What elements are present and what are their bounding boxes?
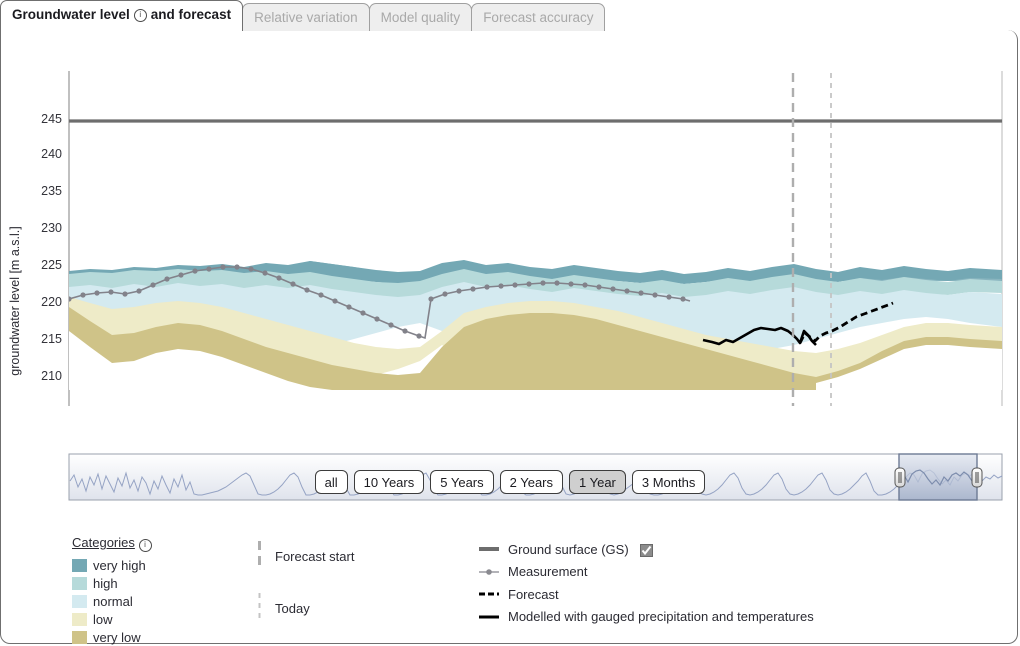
- legend-line-label: Modelled with gauged precipitation and t…: [508, 609, 814, 625]
- range-button-3-months[interactable]: 3 Months: [631, 470, 706, 494]
- tab-forecast-accuracy[interactable]: Forecast accuracy: [471, 3, 606, 31]
- swatch-normal: [72, 594, 87, 608]
- y-tick-230: 230: [41, 221, 62, 235]
- tab-relative-variation[interactable]: Relative variation: [242, 3, 370, 31]
- info-icon[interactable]: i: [138, 539, 152, 552]
- solid-line-icon: [479, 615, 499, 619]
- swatch-low: [72, 612, 87, 626]
- legend-line-label: Forecast: [508, 586, 559, 602]
- range-button-all[interactable]: all: [314, 470, 348, 494]
- tab-label: Forecast accuracy: [483, 9, 594, 25]
- legend-modelled[interactable]: Modelled with gauged precipitation and t…: [478, 606, 814, 629]
- y-tick-240: 240: [41, 147, 62, 161]
- legend-categories: Categories i very high high normal low v…: [72, 535, 152, 646]
- legend-category-label: low: [93, 611, 113, 627]
- chart-area: groundwater level [m a.s.l.] 245 240 235…: [0, 31, 1020, 501]
- dashed-line-icon: [479, 592, 499, 596]
- legend-category-very-low[interactable]: very low: [72, 628, 152, 646]
- tab-label: Model quality: [380, 9, 461, 25]
- tab-groundwater-level-and-forecast[interactable]: Groundwater level i and forecast: [0, 0, 244, 31]
- chart-legend: Categories i very high high normal low v…: [0, 530, 1020, 646]
- legend-forecast-start[interactable]: Forecast start: [258, 541, 354, 571]
- legend-category-label: very low: [93, 629, 141, 645]
- y-tick-215: 215: [41, 332, 62, 346]
- forecast-start-line-icon: [258, 541, 261, 571]
- legend-category-very-high[interactable]: very high: [72, 556, 152, 574]
- legend-forecast[interactable]: Forecast: [478, 583, 814, 606]
- range-button-1-year[interactable]: 1 Year: [569, 470, 626, 494]
- tab-model-quality[interactable]: Model quality: [368, 3, 473, 31]
- range-selector: all 10 Years 5 Years 2 Years 1 Year 3 Mo…: [0, 470, 1020, 494]
- legend-category-low[interactable]: low: [72, 610, 152, 628]
- legend-lines: Ground surface (GS) Measurement Forecast: [478, 538, 814, 628]
- y-tick-220: 220: [41, 295, 62, 309]
- legend-ground-surface[interactable]: Ground surface (GS): [478, 538, 814, 561]
- legend-vlines: Forecast start Today: [258, 535, 448, 635]
- category-bands: [69, 260, 1002, 390]
- categories-title-row: Categories i: [72, 535, 152, 552]
- solid-thick-line-icon: [479, 547, 499, 552]
- tab-label-part2: and forecast: [150, 7, 232, 23]
- tab-bar: Groundwater level i and forecast Relativ…: [0, 0, 1020, 31]
- legend-line-label: Ground surface (GS): [508, 541, 629, 557]
- y-tick-225: 225: [41, 258, 62, 272]
- legend-measurement[interactable]: Measurement: [478, 561, 814, 584]
- range-button-2-years[interactable]: 2 Years: [499, 470, 563, 494]
- line-with-marker-icon: [479, 568, 499, 575]
- y-axis: 245 240 235 230 225 220 215 210 205: [41, 112, 62, 383]
- swatch-high: [72, 576, 87, 590]
- y-axis-label: groundwater level [m a.s.l.]: [8, 226, 22, 376]
- tab-label: Relative variation: [254, 9, 358, 25]
- legend-category-label: very high: [93, 557, 146, 573]
- legend-vline-label: Today: [275, 600, 310, 616]
- range-button-5-years[interactable]: 5 Years: [430, 470, 494, 494]
- ground-surface-checkbox[interactable]: [639, 543, 653, 557]
- swatch-very-low: [72, 630, 87, 644]
- legend-category-normal[interactable]: normal: [72, 592, 152, 610]
- groundwater-chart-svg[interactable]: 245 240 235 230 225 220 215 210 205: [0, 31, 1020, 406]
- legend-today[interactable]: Today: [258, 593, 310, 623]
- legend-line-label: Measurement: [508, 564, 588, 580]
- legend-category-label: normal: [93, 593, 133, 609]
- categories-title[interactable]: Categories: [72, 535, 135, 550]
- tab-label-part1: Groundwater level: [12, 7, 130, 23]
- check-icon: [641, 545, 651, 555]
- legend-category-label: high: [93, 575, 118, 591]
- y-tick-210: 210: [41, 369, 62, 383]
- info-icon[interactable]: i: [133, 8, 147, 22]
- today-line-icon: [258, 593, 261, 623]
- y-tick-245: 245: [41, 112, 62, 126]
- swatch-very-high: [72, 558, 87, 572]
- legend-vline-label: Forecast start: [275, 548, 355, 564]
- range-button-10-years[interactable]: 10 Years: [353, 470, 425, 494]
- legend-category-high[interactable]: high: [72, 574, 152, 592]
- y-tick-235: 235: [41, 184, 62, 198]
